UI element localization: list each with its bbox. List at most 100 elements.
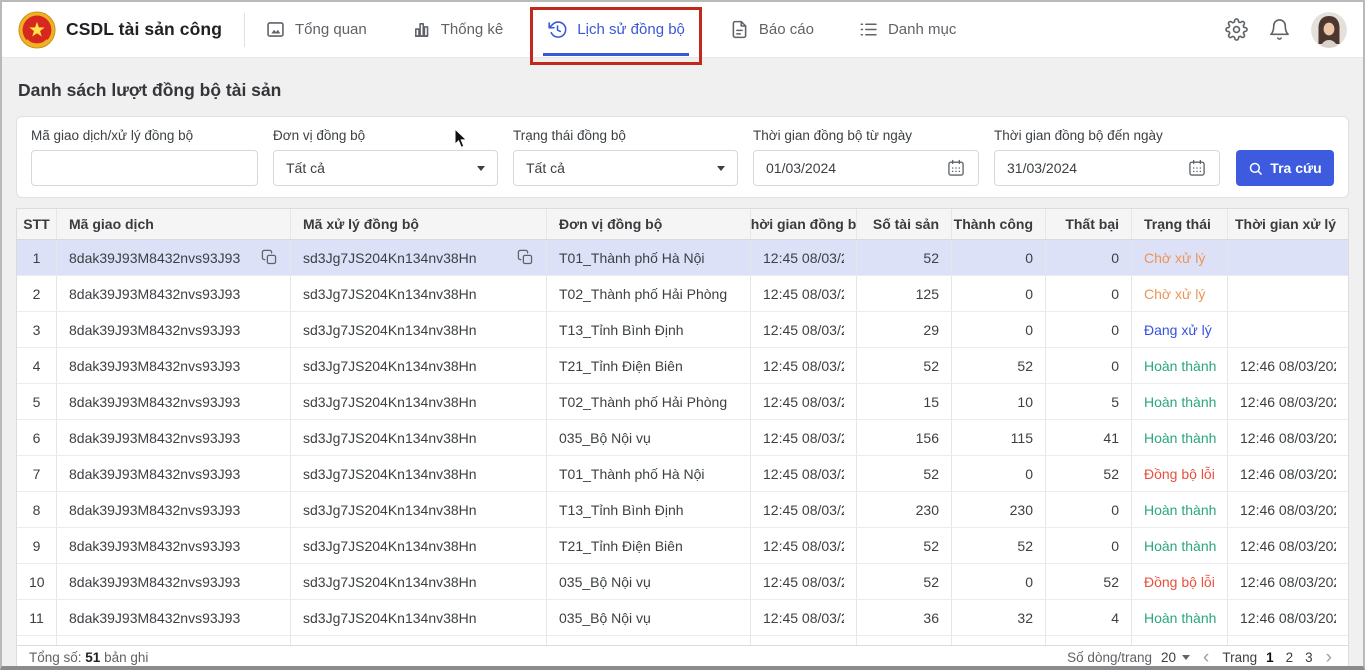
cell-stt: 8 <box>17 492 57 527</box>
user-avatar[interactable] <box>1311 12 1347 48</box>
cell-text: 52 <box>923 358 939 374</box>
prev-page-button[interactable]: ‹ <box>1199 648 1213 667</box>
table-row[interactable]: 98dak39J93M8432nvs93J93sd3Jg7JS204Kn134n… <box>17 528 1348 564</box>
cell-success: 52 <box>952 528 1046 563</box>
cell-transaction: 8dak39J93M8432nvs93J93 <box>57 528 291 563</box>
status-badge: Hoàn thành <box>1144 394 1216 410</box>
status-badge: Đang xử lý <box>1144 322 1212 338</box>
next-page-button[interactable]: › <box>1322 648 1336 667</box>
cell-status: Đồng bộ lỗi <box>1132 456 1228 491</box>
tab-tong-quan[interactable]: Tổng quan <box>263 2 369 58</box>
settings-gear-icon[interactable] <box>1225 18 1248 41</box>
cell-failed: 0 <box>1046 528 1132 563</box>
cell-sync_time: 12:45 08/03/2024 <box>751 420 857 455</box>
copy-icon[interactable] <box>261 249 278 266</box>
cell-unit: T13_Tỉnh Bình Định <box>547 492 751 527</box>
cell-text: 12:45 08/03/2024 <box>763 430 844 446</box>
calendar-icon[interactable] <box>946 158 966 178</box>
cell-text: 12:46 08/03/2024 <box>1240 538 1336 554</box>
cell-stt: 1 <box>17 240 57 275</box>
cell-text: 8dak39J93M8432nvs93J93 <box>69 502 240 518</box>
calendar-icon[interactable] <box>1187 158 1207 178</box>
cell-text: 52 <box>1103 574 1119 590</box>
date-to-input[interactable]: 31/03/2024 <box>994 150 1220 186</box>
page-number-3[interactable]: 3 <box>1305 650 1313 665</box>
cell-text: 4 <box>1111 610 1119 626</box>
column-header-unit: Đơn vị đồng bộ <box>547 209 751 239</box>
cell-process: sd3Jg7JS204Kn134nv38Hn <box>291 312 547 347</box>
table-row[interactable]: 118dak39J93M8432nvs93J93sd3Jg7JS204Kn134… <box>17 600 1348 636</box>
cell-text: 035_Bộ Nội vụ <box>559 610 651 626</box>
cell-text: sd3Jg7JS204Kn134nv38Hn <box>303 466 477 482</box>
cell-text: 12:46 08/03/2024 <box>1240 358 1336 374</box>
cell-text: 10 <box>1017 394 1033 410</box>
tab-lich-su-dong-bo[interactable]: Lịch sử đồng bộ <box>545 2 687 58</box>
tab-danh-muc[interactable]: Danh mục <box>856 2 958 58</box>
table-row[interactable]: 28dak39J93M8432nvs93J93sd3Jg7JS204Kn134n… <box>17 276 1348 312</box>
cell-success: 0 <box>952 456 1046 491</box>
cell-text: T13_Tỉnh Bình Định <box>559 502 684 518</box>
page-number-2[interactable]: 2 <box>1286 650 1294 665</box>
cell-text: 8dak39J93M8432nvs93J93 <box>69 358 240 374</box>
filter-date-to: Thời gian đồng bộ đến ngày 31/03/2024 <box>994 128 1220 186</box>
cell-failed: 52 <box>1046 564 1132 599</box>
cell-assets: 52 <box>857 240 952 275</box>
nav-actions <box>1225 12 1347 48</box>
table-row[interactable]: 48dak39J93M8432nvs93J93sd3Jg7JS204Kn134n… <box>17 348 1348 384</box>
date-from-input[interactable]: 01/03/2024 <box>753 150 979 186</box>
cell-text: 8 <box>33 502 41 518</box>
cell-empty <box>751 636 857 645</box>
cell-text: 2 <box>33 286 41 302</box>
search-button[interactable]: Tra cứu <box>1236 150 1334 186</box>
table-row[interactable]: 58dak39J93M8432nvs93J93sd3Jg7JS204Kn134n… <box>17 384 1348 420</box>
cell-text: 156 <box>916 430 939 446</box>
cell-failed: 4 <box>1046 600 1132 635</box>
cell-text: 52 <box>923 466 939 482</box>
page-number-1[interactable]: 1 <box>1266 650 1274 665</box>
filter-label-date-to: Thời gian đồng bộ đến ngày <box>994 128 1220 143</box>
cell-text: 12:45 08/03/2024 <box>763 574 844 590</box>
table-row[interactable]: 78dak39J93M8432nvs93J93sd3Jg7JS204Kn134n… <box>17 456 1348 492</box>
status-select[interactable]: Tất cả <box>513 150 738 186</box>
table-row-partial <box>17 636 1348 645</box>
tab-label: Tổng quan <box>295 21 367 38</box>
table-row[interactable]: 38dak39J93M8432nvs93J93sd3Jg7JS204Kn134n… <box>17 312 1348 348</box>
copy-icon[interactable] <box>517 249 534 266</box>
cell-empty <box>1228 636 1348 645</box>
date-to-value: 31/03/2024 <box>1007 160 1077 176</box>
cell-transaction: 8dak39J93M8432nvs93J93 <box>57 348 291 383</box>
column-header-process_time: Thời gian xử lý <box>1228 209 1348 239</box>
column-header-assets: Số tài sản <box>857 209 952 239</box>
cell-stt: 7 <box>17 456 57 491</box>
transaction-code-input[interactable] <box>31 150 258 186</box>
cell-text: 8dak39J93M8432nvs93J93 <box>69 430 240 446</box>
cell-text: T13_Tỉnh Bình Định <box>559 322 684 338</box>
table-row[interactable]: 108dak39J93M8432nvs93J93sd3Jg7JS204Kn134… <box>17 564 1348 600</box>
cell-failed: 41 <box>1046 420 1132 455</box>
table-row[interactable]: 18dak39J93M8432nvs93J93sd3Jg7JS204Kn134n… <box>17 240 1348 276</box>
list-icon <box>858 19 879 40</box>
table-row[interactable]: 88dak39J93M8432nvs93J93sd3Jg7JS204Kn134n… <box>17 492 1348 528</box>
status-badge: Hoàn thành <box>1144 610 1216 626</box>
app-title: CSDL tài sản công <box>66 19 222 40</box>
cell-text: 0 <box>1111 538 1119 554</box>
unit-select[interactable]: Tất cả <box>273 150 498 186</box>
cell-text: 0 <box>1111 502 1119 518</box>
rows-per-page-select[interactable]: 20 <box>1161 650 1190 665</box>
cell-stt: 11 <box>17 600 57 635</box>
cell-text: 230 <box>1010 502 1033 518</box>
cell-sync_time: 12:45 08/03/2024 <box>751 600 857 635</box>
tab-label: Báo cáo <box>759 21 814 38</box>
cell-failed: 5 <box>1046 384 1132 419</box>
active-tab-underline <box>543 53 689 56</box>
cell-text: 52 <box>923 538 939 554</box>
notifications-bell-icon[interactable] <box>1268 18 1291 41</box>
cell-text: sd3Jg7JS204Kn134nv38Hn <box>303 358 477 374</box>
table-row[interactable]: 68dak39J93M8432nvs93J93sd3Jg7JS204Kn134n… <box>17 420 1348 456</box>
status-badge: Đồng bộ lỗi <box>1144 466 1215 482</box>
chevron-down-icon <box>1182 655 1190 660</box>
tab-bao-cao[interactable]: Báo cáo <box>727 2 816 58</box>
tab-thong-ke[interactable]: Thống kê <box>409 2 506 58</box>
cell-status: Hoàn thành <box>1132 420 1228 455</box>
cell-text: sd3Jg7JS204Kn134nv38Hn <box>303 322 477 338</box>
